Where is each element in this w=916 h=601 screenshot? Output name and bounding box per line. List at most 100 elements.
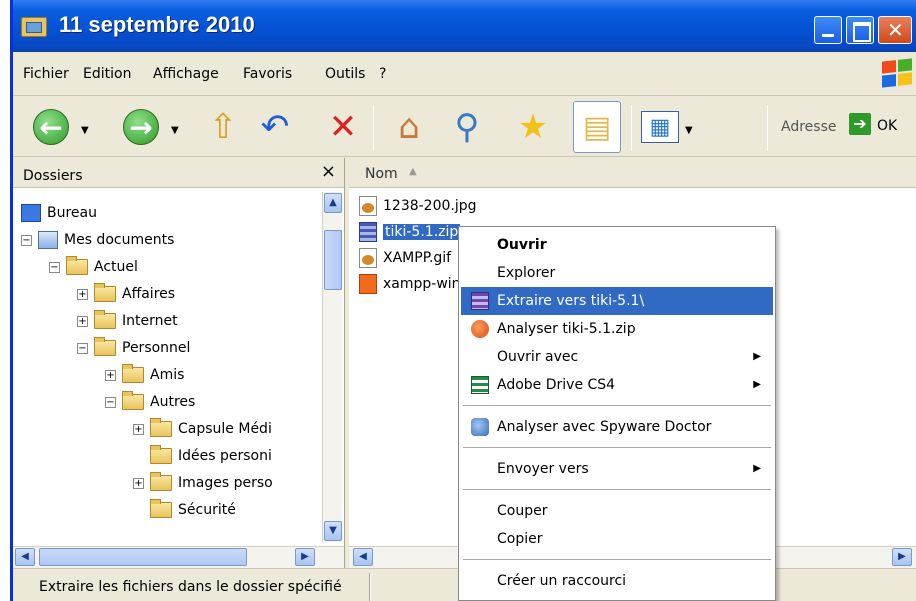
file-item[interactable]: 1238-200.jpg [359,194,477,218]
menu-item-couper[interactable]: Couper [461,497,773,525]
menu-item-ouvrir[interactable]: Ouvrir [461,231,773,259]
folders-horizontal-scrollbar[interactable]: ◀ ▶ [13,546,344,568]
scroll-thumb[interactable] [324,230,342,290]
expand-icon[interactable]: + [105,369,116,381]
adobe-drive-icon [471,376,489,394]
menu-bar: Fichier Edition Affichage Favoris Outils… [13,52,916,96]
tree-item-mes-documents[interactable]: − Mes documents [21,227,174,253]
file-name: xampp-win [383,276,461,292]
delete-icon[interactable]: ✕ [321,105,365,149]
tree-item-internet[interactable]: + Internet [77,308,178,334]
column-header[interactable]: Nom ▲ [349,158,916,188]
tree-item-autres[interactable]: − Autres [105,389,195,415]
menu-help[interactable]: ? [379,66,386,82]
menu-item-ouvrir-avec[interactable]: Ouvrir avec ▶ [461,343,773,371]
views-dropdown-icon[interactable]: ▼ [685,125,693,136]
tree-item-securite[interactable]: Sécurité [150,497,236,523]
antivirus-icon [471,320,489,338]
scroll-right-icon[interactable]: ▶ [295,548,315,566]
scroll-right-icon[interactable]: ▶ [892,548,912,566]
forward-dropdown-icon[interactable]: ▼ [171,125,179,136]
scroll-thumb[interactable] [39,548,247,566]
collapse-icon[interactable]: − [21,234,32,246]
toolbar-separator [767,105,768,151]
collapse-icon[interactable]: − [49,261,60,273]
toolbar-separator [631,105,632,151]
folders-header: Dossiers × [13,158,344,188]
home-icon[interactable]: ⌂ [387,105,431,149]
menu-item-explorer[interactable]: Explorer [461,259,773,287]
tree-item-amis[interactable]: + Amis [105,362,184,388]
menu-item-copier[interactable]: Copier [461,525,773,553]
address-label: Adresse [781,119,837,135]
undo-icon[interactable]: ↶ [253,105,297,149]
toolbar-separator [373,105,374,151]
favorites-star-icon[interactable]: ★ [511,105,555,149]
back-dropdown-icon[interactable]: ▼ [81,125,89,136]
column-name[interactable]: Nom [365,166,398,182]
expand-icon[interactable]: + [133,477,144,489]
folders-toggle-icon[interactable]: ▤ [573,101,621,153]
menu-item-label: Envoyer vers [497,461,589,477]
forward-arrow-icon[interactable]: → [123,109,159,145]
tree-item-personnel[interactable]: − Personnel [77,335,190,361]
menu-edition[interactable]: Edition [83,66,131,82]
menu-fichier[interactable]: Fichier [23,66,69,82]
folder-icon [150,499,172,518]
toolbar: ← ▼ → ▼ ⇧ ↶ ✕ ⌂ ⚲ ★ ▤ ▦ ▼ Adresse ➔ OK [13,97,916,157]
go-arrow-icon[interactable]: ➔ [849,113,871,135]
search-icon[interactable]: ⚲ [445,105,489,149]
title-bar[interactable]: 11 septembre 2010 [13,0,916,52]
scroll-down-icon[interactable]: ▼ [324,521,342,541]
ok-button[interactable]: OK [877,118,897,134]
collapse-icon[interactable]: − [105,396,116,408]
menu-item-adobe-drive[interactable]: Adobe Drive CS4 ▶ [461,371,773,399]
menu-affichage[interactable]: Affichage [153,66,219,82]
tree-item-actuel[interactable]: − Actuel [49,254,138,280]
tree-item-idees[interactable]: Idées personi [150,443,272,469]
menu-item-analyser[interactable]: Analyser tiki-5.1.zip [461,315,773,343]
menu-item-spyware-doctor[interactable]: Analyser avec Spyware Doctor [461,413,773,441]
expand-icon[interactable]: + [77,288,88,300]
tree-label: Personnel [122,340,191,356]
tree-item-images[interactable]: + Images perso [133,470,273,496]
file-name: tiki-5.1.zip [383,224,461,240]
folder-up-icon[interactable]: ⇧ [201,105,245,149]
file-item[interactable]: XAMPP.gif [359,246,451,270]
folder-icon [150,418,172,437]
minimize-button[interactable] [814,16,842,44]
tree-item-capsule[interactable]: + Capsule Médi [133,416,272,442]
menu-item-envoyer-vers[interactable]: Envoyer vers ▶ [461,455,773,483]
file-name: 1238-200.jpg [383,198,477,214]
back-arrow-icon[interactable]: ← [33,109,69,145]
close-folders-icon[interactable]: × [321,161,336,182]
folders-pane: Dossiers × Bureau − Mes documents − Actu… [13,158,345,568]
file-item[interactable]: xampp-win [359,272,461,296]
tree-item-affaires[interactable]: + Affaires [77,281,175,307]
tree-item-bureau[interactable]: Bureau [21,200,97,226]
menu-separator [463,489,771,490]
status-text: Extraire les fichiers dans le dossier sp… [39,579,342,595]
scroll-up-icon[interactable]: ▲ [324,193,342,213]
expand-icon[interactable]: + [133,423,144,435]
menu-separator [463,559,771,560]
collapse-icon[interactable]: − [77,342,88,354]
menu-item-extraire[interactable]: Extraire vers tiki-5.1\ [461,287,773,315]
menu-item-label: Ouvrir avec [497,349,579,365]
menu-favoris[interactable]: Favoris [243,66,292,82]
tree-label: Amis [150,367,185,383]
maximize-button[interactable] [846,16,874,44]
file-name: XAMPP.gif [383,250,452,266]
scroll-left-icon[interactable]: ◀ [353,548,373,566]
close-button[interactable] [878,16,912,44]
menu-outils[interactable]: Outils [325,66,365,82]
expand-icon[interactable]: + [77,315,88,327]
menu-item-label: Extraire vers tiki-5.1\ [497,293,645,309]
views-icon[interactable]: ▦ [641,111,679,143]
tree-label: Affaires [122,286,176,302]
file-item-selected[interactable]: tiki-5.1.zip [359,220,461,244]
status-divider [369,573,371,601]
scroll-left-icon[interactable]: ◀ [15,548,35,566]
menu-item-creer-raccourci[interactable]: Créer un raccourci [461,567,773,595]
folders-vertical-scrollbar[interactable]: ▲ ▼ [322,192,342,542]
